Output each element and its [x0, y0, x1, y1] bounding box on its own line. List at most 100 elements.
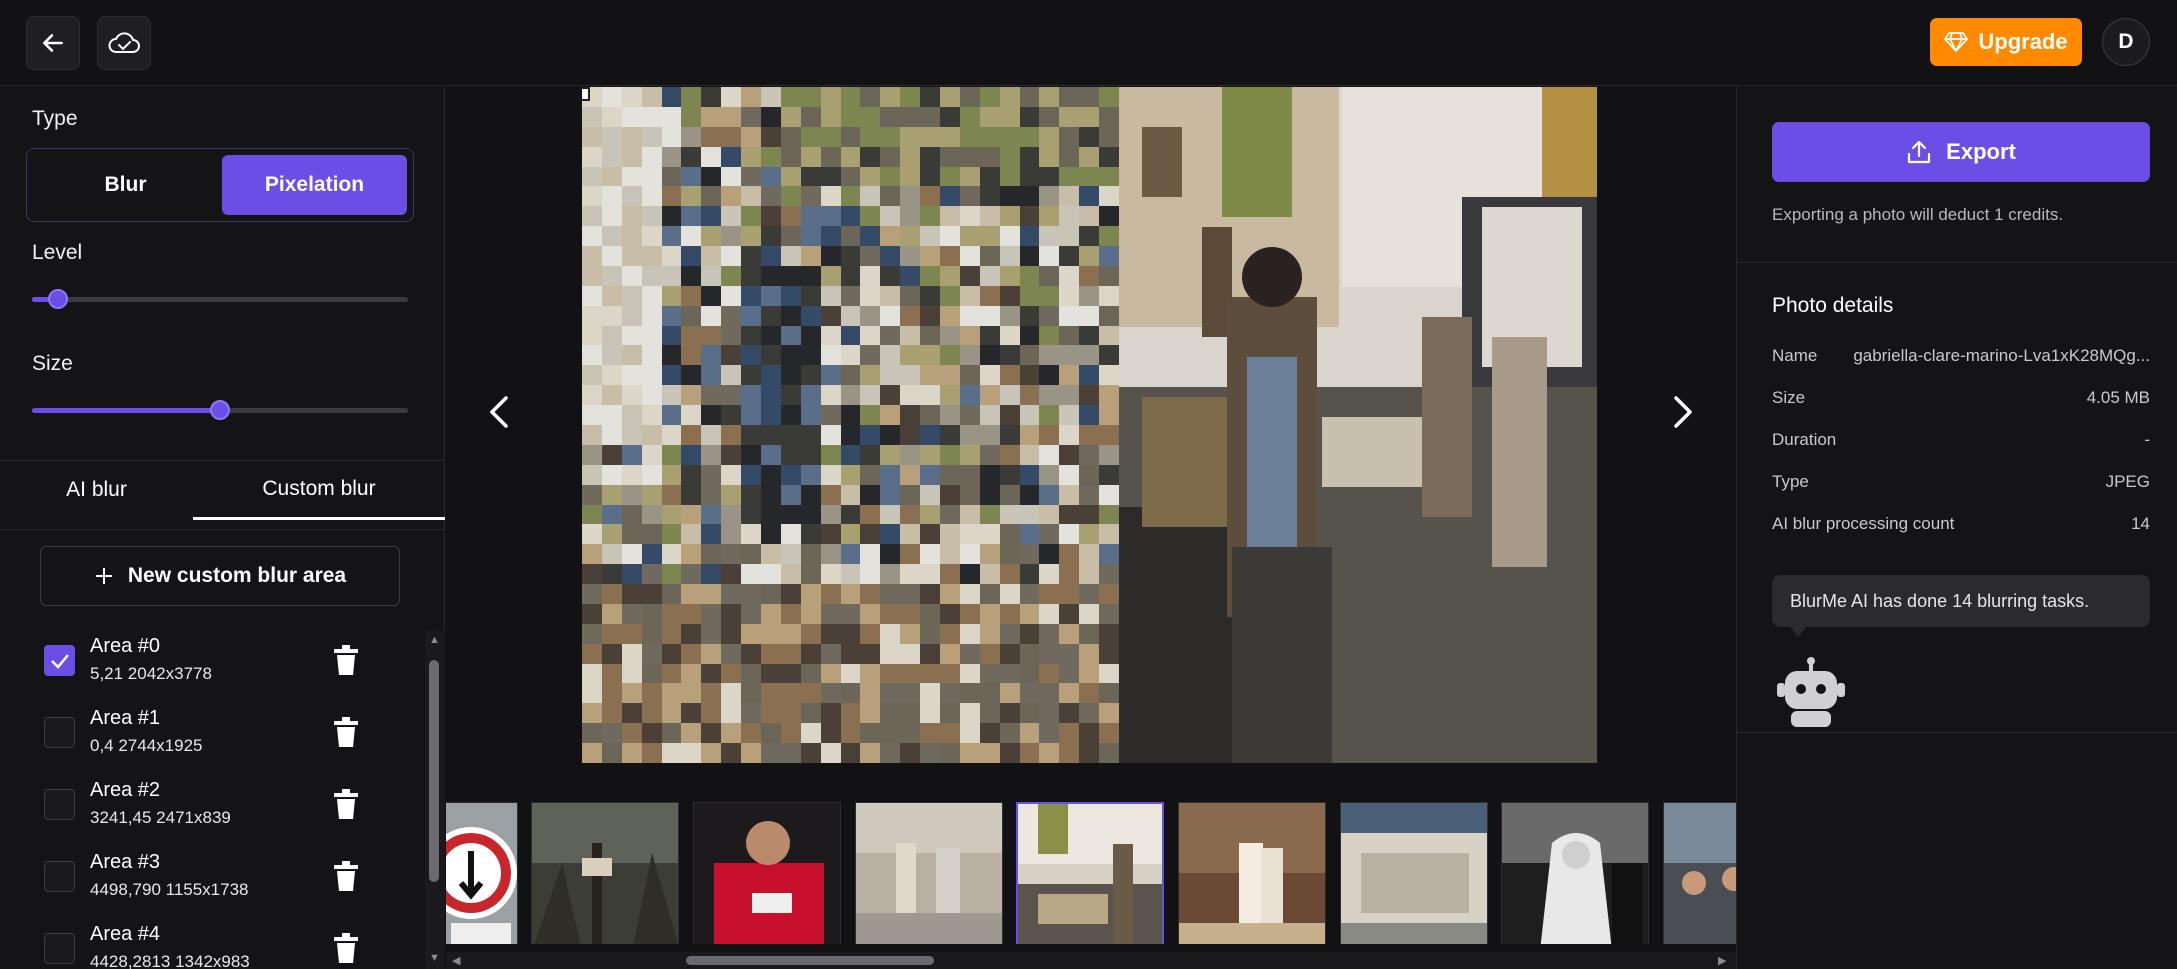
canvas-area: ◀ ▶: [446, 87, 1736, 969]
area-row[interactable]: Area #3 4498,790 1155x1738: [0, 847, 425, 919]
trash-icon[interactable]: [334, 645, 358, 675]
export-label: Export: [1946, 139, 2016, 164]
area-name: Area #2: [90, 779, 161, 801]
level-label: Level: [32, 241, 83, 264]
detail-value: 4.05 MB: [2086, 388, 2150, 407]
cloud-check-icon: [108, 32, 140, 53]
detail-row: AI blur processing count 14: [1772, 514, 2150, 538]
trash-icon[interactable]: [334, 861, 358, 891]
type-pixelation-button[interactable]: Pixelation: [222, 155, 407, 215]
thumbnail-4[interactable]: [855, 802, 1003, 944]
area-coordinates: 4428,2813 1342x983: [90, 952, 250, 969]
type-label: Type: [32, 107, 78, 130]
tabs-divider: [0, 529, 445, 530]
top-bar: Upgrade D: [0, 0, 2177, 86]
export-credit-note: Exporting a photo will deduct 1 credits.: [1772, 205, 2064, 224]
main-photo[interactable]: [582, 87, 1597, 763]
right-bottom-divider: [1737, 732, 2177, 733]
area-list-scroll-thumb[interactable]: [429, 660, 439, 882]
upgrade-label: Upgrade: [1978, 29, 2068, 54]
scroll-right-icon[interactable]: ▶: [1718, 954, 1726, 967]
area-coordinates: 5,21 2042x3778: [90, 664, 212, 683]
right-panel: Export Exporting a photo will deduct 1 c…: [1736, 87, 2177, 969]
cloud-save-button[interactable]: [97, 16, 151, 70]
detail-row: Type JPEG: [1772, 472, 2150, 496]
thumbnail-1[interactable]: [446, 802, 518, 944]
level-slider[interactable]: [32, 289, 408, 309]
area-coordinates: 0,4 2744x1925: [90, 736, 203, 755]
back-button[interactable]: [26, 16, 80, 70]
upgrade-button[interactable]: Upgrade: [1930, 18, 2082, 66]
area-row[interactable]: Area #0 5,21 2042x3778: [0, 631, 425, 703]
area-checkbox[interactable]: [44, 861, 75, 892]
pixelated-region: [582, 87, 1119, 763]
area-row[interactable]: Area #2 3241,45 2471x839: [0, 775, 425, 847]
thumbnail-5-selected[interactable]: [1016, 802, 1164, 944]
selection-handle[interactable]: [582, 87, 590, 101]
new-custom-blur-area-button[interactable]: New custom blur area: [40, 546, 400, 606]
plus-icon: [95, 568, 112, 584]
check-icon: [50, 653, 69, 669]
thumbnail-7[interactable]: [1340, 802, 1488, 944]
trash-icon[interactable]: [334, 933, 358, 963]
detail-value: gabriella-clare-marino-Lva1xK28MQg...: [1853, 346, 2150, 365]
tab-custom-blur[interactable]: Custom blur: [193, 460, 445, 520]
scroll-down-icon[interactable]: ▼: [429, 952, 440, 964]
area-checkbox[interactable]: [44, 933, 75, 964]
size-slider[interactable]: [32, 400, 408, 420]
thumbnail-9[interactable]: [1663, 802, 1736, 944]
area-name: Area #4: [90, 923, 161, 945]
new-area-label: New custom blur area: [127, 564, 347, 587]
arrow-left-icon: [43, 34, 63, 52]
detail-key: Duration: [1772, 430, 1837, 449]
area-checkbox[interactable]: [44, 717, 75, 748]
user-avatar[interactable]: D: [2102, 18, 2150, 66]
left-panel: Type Blur Pixelation Level Size AI blur …: [0, 87, 445, 969]
area-list-scrollbar[interactable]: ▲ ▼: [425, 630, 445, 969]
previous-image-icon[interactable]: [480, 392, 520, 432]
detail-key: Type: [1772, 472, 1809, 491]
detail-row: Name gabriella-clare-marino-Lva1xK28MQg..…: [1772, 346, 2150, 370]
trash-icon[interactable]: [334, 789, 358, 819]
area-row[interactable]: Area #1 0,4 2744x1925: [0, 703, 425, 775]
thumbnail-8[interactable]: [1501, 802, 1649, 944]
photo-details-title: Photo details: [1772, 294, 1894, 317]
area-checkbox[interactable]: [44, 645, 75, 676]
next-image-icon[interactable]: [1662, 392, 1702, 432]
thumbnail-strip: [446, 794, 1736, 944]
detail-key: Name: [1772, 346, 1818, 365]
detail-key: Size: [1772, 388, 1806, 407]
scroll-up-icon[interactable]: ▲: [429, 634, 440, 646]
export-button[interactable]: Export: [1772, 122, 2150, 182]
area-name: Area #1: [90, 707, 161, 729]
level-slider-thumb[interactable]: [48, 289, 69, 309]
detail-key: AI blur processing count: [1772, 514, 1955, 533]
area-name: Area #0: [90, 635, 161, 657]
diamond-icon: [1944, 32, 1969, 52]
detail-row: Duration -: [1772, 430, 2150, 454]
area-row[interactable]: Area #4 4428,2813 1342x983: [0, 919, 425, 969]
area-list: Area #0 5,21 2042x3778 Area #1 0,4 2744x192…: [0, 631, 425, 969]
thumbnail-scroll-thumb[interactable]: [686, 956, 934, 965]
detail-value: -: [2144, 430, 2150, 449]
area-coordinates: 4498,790 1155x1738: [90, 880, 249, 899]
detail-row: Size 4.05 MB: [1772, 388, 2150, 412]
size-label: Size: [32, 352, 73, 375]
detail-value: 14: [2131, 514, 2150, 533]
thumbnail-scrollbar[interactable]: ◀ ▶: [446, 952, 1736, 969]
thumbnail-6[interactable]: [1178, 802, 1326, 944]
trash-icon[interactable]: [334, 717, 358, 747]
thumbnail-2[interactable]: [531, 802, 679, 944]
thumbnail-3[interactable]: [693, 802, 841, 944]
size-slider-fill: [32, 408, 220, 413]
upload-icon: [1908, 140, 1931, 164]
scroll-left-icon[interactable]: ◀: [452, 954, 460, 967]
type-blur-button[interactable]: Blur: [33, 155, 218, 215]
type-segmented-control: Blur Pixelation: [26, 148, 414, 222]
tab-ai-blur[interactable]: AI blur: [0, 460, 193, 520]
area-checkbox[interactable]: [44, 789, 75, 820]
robot-icon: [1777, 657, 1845, 727]
size-slider-thumb[interactable]: [210, 400, 230, 420]
detail-value: JPEG: [2105, 472, 2150, 491]
area-name: Area #3: [90, 851, 161, 873]
